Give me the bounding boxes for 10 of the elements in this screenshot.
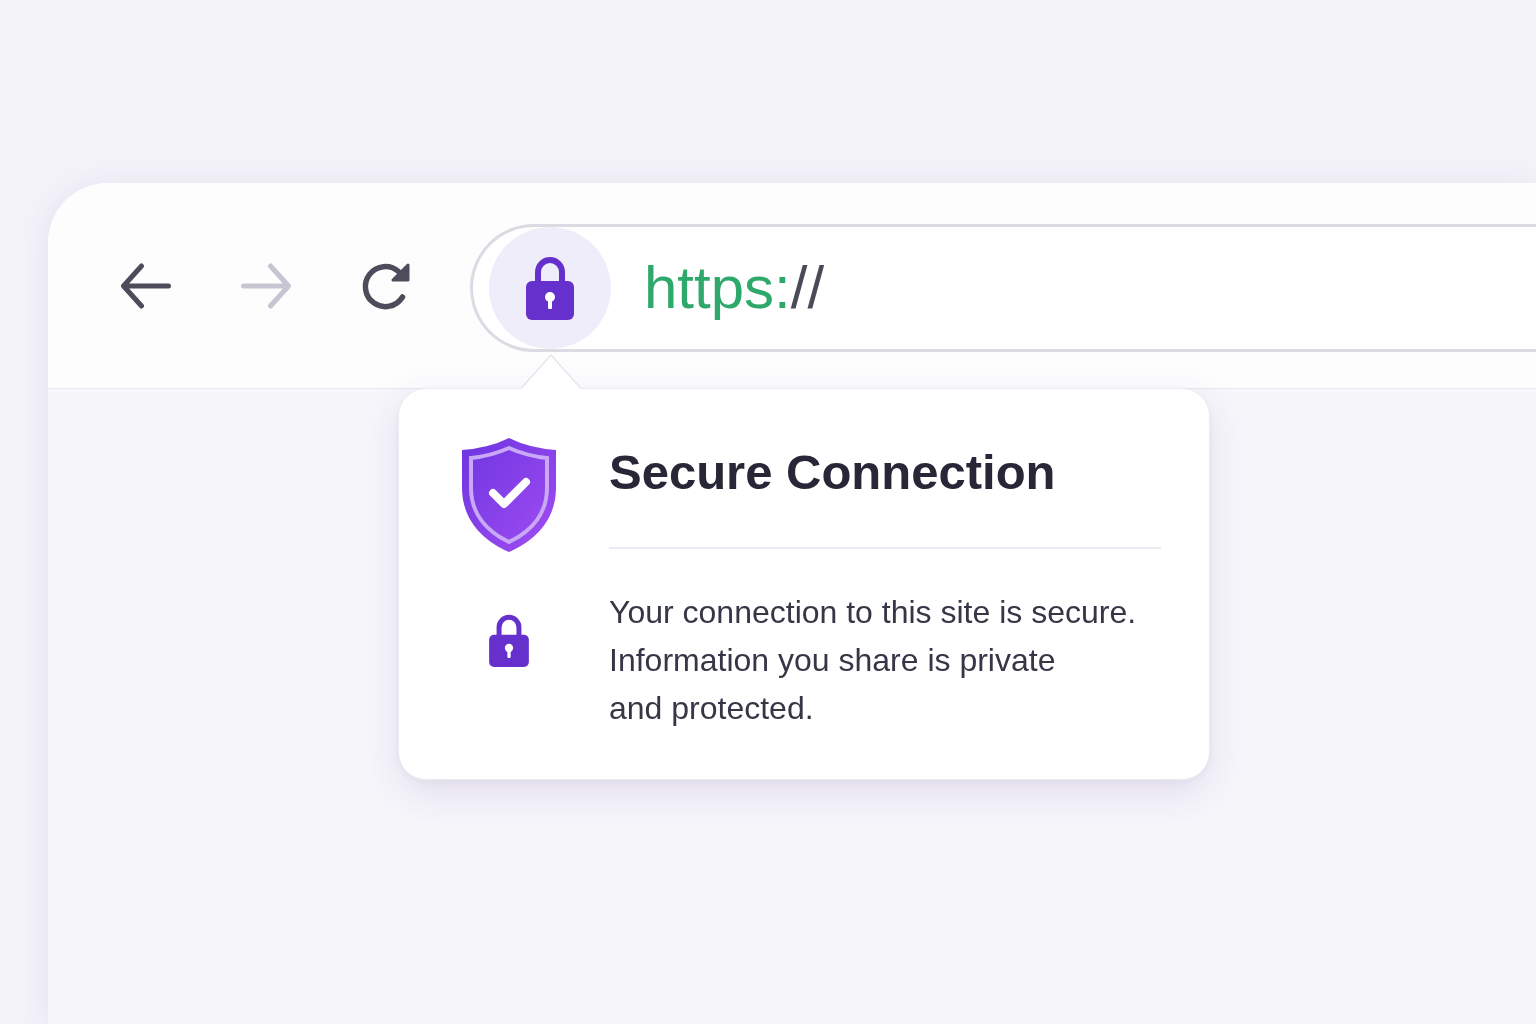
back-arrow-icon bbox=[120, 262, 172, 309]
address-field[interactable]: https:// bbox=[470, 223, 1536, 352]
popup-message: Your connection to this site is secure. Information you share is private and protected. bbox=[609, 593, 1138, 728]
forward-arrow-icon bbox=[240, 262, 292, 309]
lock-icon bbox=[526, 255, 574, 320]
popup-title: Secure Connection bbox=[609, 444, 1057, 501]
site-info-button[interactable] bbox=[489, 226, 611, 349]
lock-icon bbox=[489, 614, 529, 667]
shield-check-icon bbox=[459, 436, 559, 554]
url-text: https:// bbox=[644, 252, 825, 323]
